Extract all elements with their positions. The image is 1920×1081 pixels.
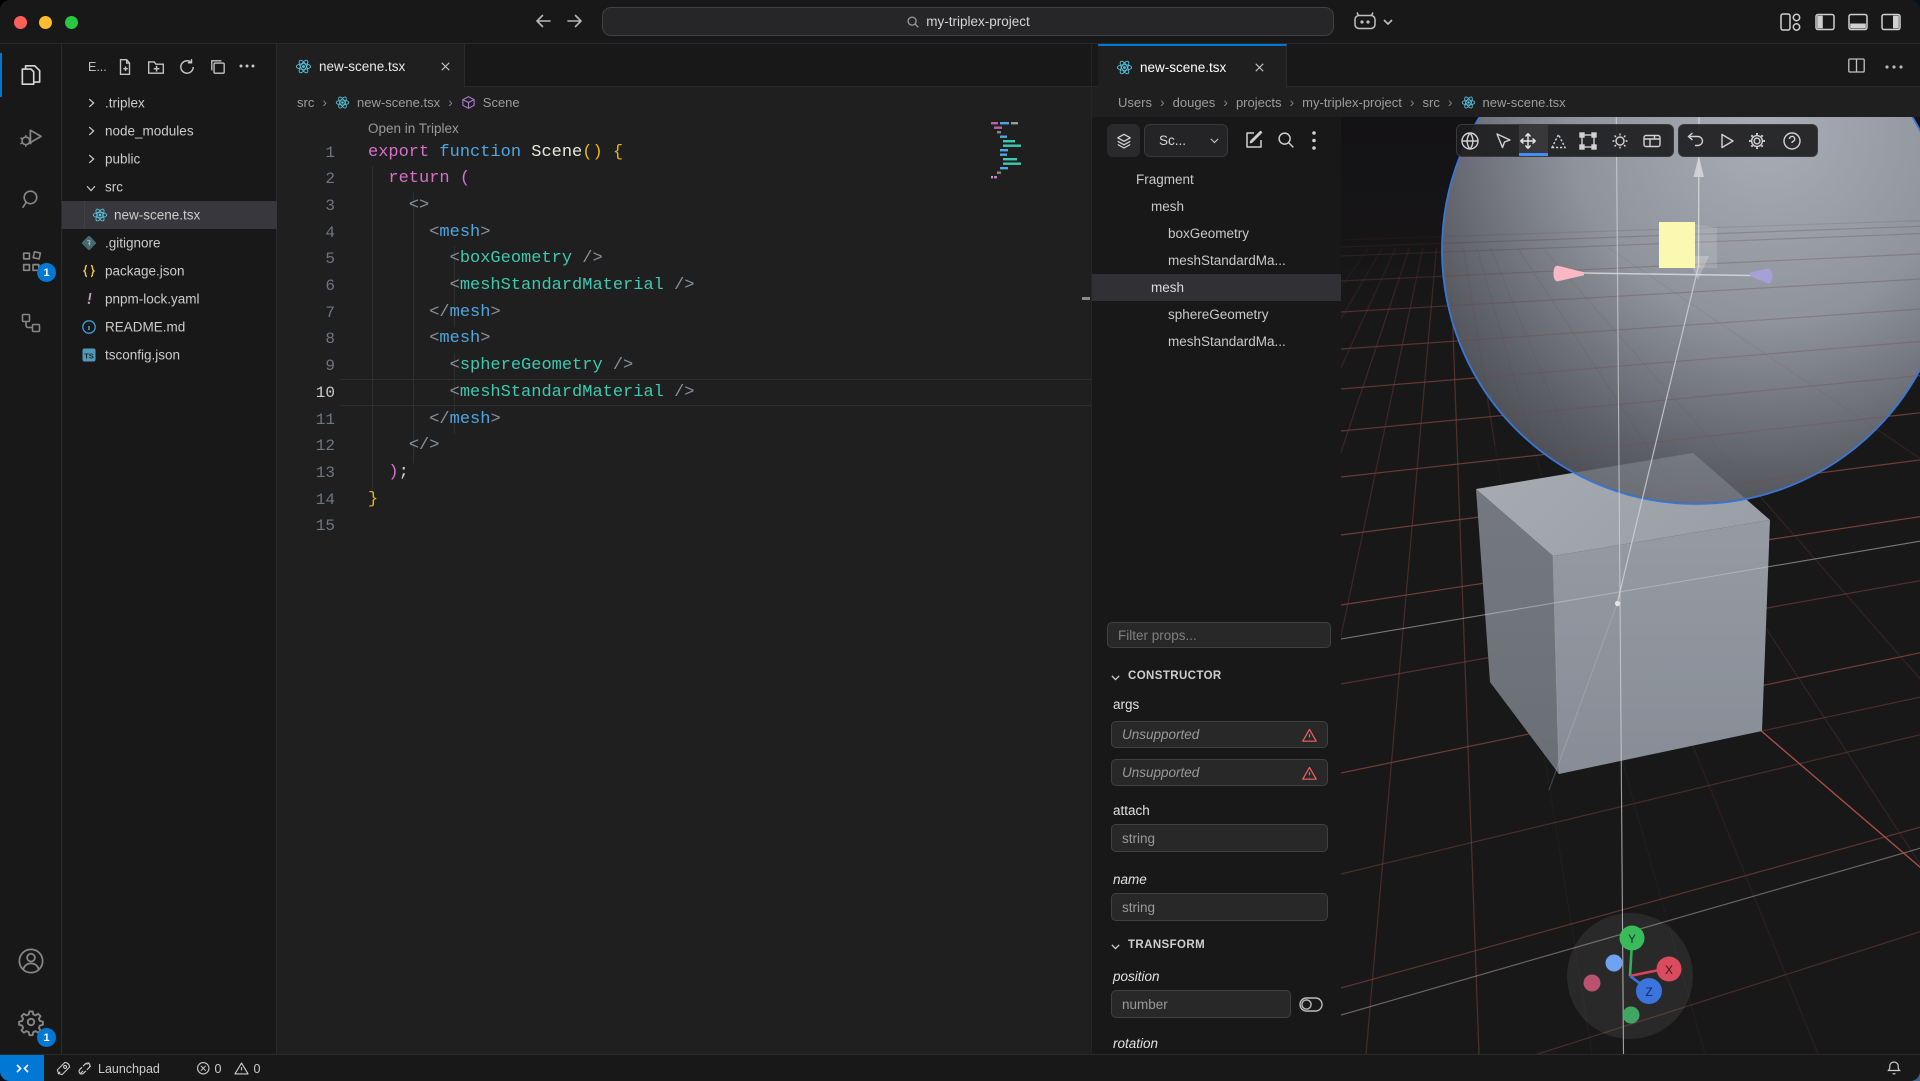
svg-text:X: X [1665, 963, 1673, 977]
svg-text:Z: Z [1645, 985, 1652, 999]
svg-text:TS: TS [84, 352, 94, 361]
svg-text:Y: Y [1628, 932, 1636, 946]
